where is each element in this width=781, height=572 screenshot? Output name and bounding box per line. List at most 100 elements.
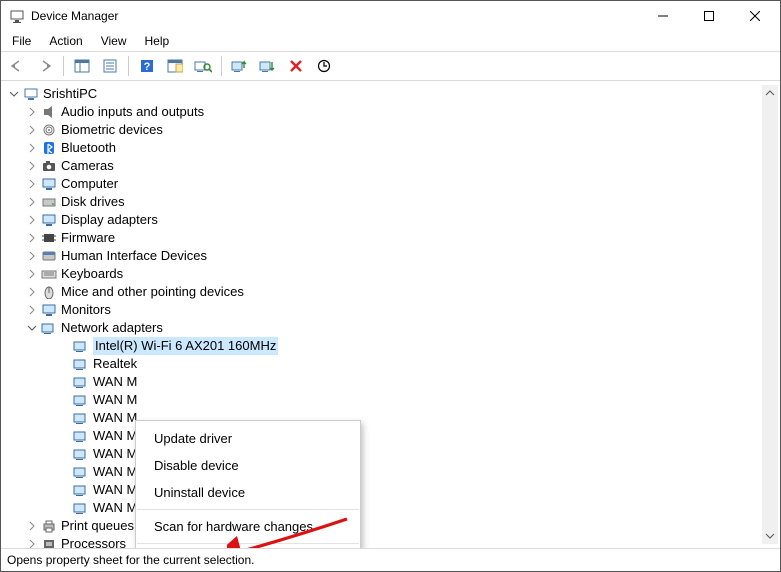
ctx-update-driver[interactable]: Update driver (136, 425, 360, 452)
category-label: Computer (61, 175, 118, 193)
category-label: Monitors (61, 301, 111, 319)
window-title: Device Manager (31, 9, 640, 23)
chevron-right-icon[interactable] (25, 213, 39, 227)
tree-category-network[interactable]: Network adapters (7, 319, 780, 337)
disable-device-button[interactable] (256, 54, 280, 78)
tree-device[interactable]: WAN M (7, 409, 780, 427)
chevron-right-icon[interactable] (25, 177, 39, 191)
title-bar: Device Manager (1, 1, 780, 31)
tree-category[interactable]: Human Interface Devices (7, 247, 780, 265)
chevron-right-icon[interactable] (25, 105, 39, 119)
category-label: Human Interface Devices (61, 247, 207, 265)
device-manager-window: Device Manager File Action View Help ? (0, 0, 781, 572)
tree-category[interactable]: Processors (7, 535, 780, 548)
category-label: Processors (61, 535, 126, 548)
update-driver-button[interactable] (228, 54, 252, 78)
help-button[interactable]: ? (135, 54, 159, 78)
device-label: WAN M (93, 463, 137, 481)
menu-file[interactable]: File (4, 32, 39, 50)
scan-hardware-button[interactable] (191, 54, 215, 78)
scroll-up-icon[interactable] (762, 85, 778, 101)
printer-icon (41, 518, 57, 534)
tree-category[interactable]: Biometric devices (7, 121, 780, 139)
chevron-right-icon[interactable] (25, 159, 39, 173)
network-adapter-icon (73, 428, 89, 444)
disk-icon (41, 194, 57, 210)
chevron-right-icon[interactable] (25, 123, 39, 137)
device-tree[interactable]: SrishtiPC Audio inputs and outputsBiomet… (7, 85, 780, 548)
tree-device[interactable]: WAN M (7, 373, 780, 391)
ctx-disable-device[interactable]: Disable device (136, 452, 360, 479)
scroll-down-icon[interactable] (762, 528, 778, 544)
ctx-uninstall-device[interactable]: Uninstall device (136, 479, 360, 506)
network-adapter-icon (41, 320, 57, 336)
bluetooth-icon (41, 140, 57, 156)
status-bar: Opens property sheet for the current sel… (1, 548, 780, 571)
device-label: WAN M (93, 427, 137, 445)
category-label: Mice and other pointing devices (61, 283, 244, 301)
tree-device[interactable]: WAN Miniport (PPTP) (7, 481, 780, 499)
show-hide-console-tree-button[interactable] (70, 54, 94, 78)
tree-device[interactable]: WAN M (7, 445, 780, 463)
chevron-right-icon[interactable] (25, 249, 39, 263)
action-button[interactable] (163, 54, 187, 78)
tree-device[interactable]: WAN M (7, 463, 780, 481)
tree-device[interactable]: Intel(R) Wi-Fi 6 AX201 160MHz (7, 337, 780, 355)
chevron-right-icon[interactable] (25, 195, 39, 209)
network-adapter-icon (73, 482, 89, 498)
menu-view[interactable]: View (93, 32, 135, 50)
tree-category[interactable]: Print queues (7, 517, 780, 535)
chevron-right-icon[interactable] (25, 519, 39, 533)
cpu-icon (41, 536, 57, 548)
computer-icon (23, 86, 39, 102)
separator (137, 543, 359, 544)
tree-category[interactable]: Audio inputs and outputs (7, 103, 780, 121)
context-menu: Update driver Disable device Uninstall d… (135, 420, 361, 548)
tree-category[interactable]: Keyboards (7, 265, 780, 283)
category-label: Keyboards (61, 265, 123, 283)
tree-device[interactable]: WAN Miniport (SSTP) (7, 499, 780, 517)
back-button[interactable] (5, 54, 29, 78)
chevron-right-icon[interactable] (25, 285, 39, 299)
tree-category[interactable]: Display adapters (7, 211, 780, 229)
chevron-right-icon[interactable] (25, 267, 39, 281)
ctx-properties[interactable]: Properties (136, 547, 360, 548)
tree-category[interactable]: Firmware (7, 229, 780, 247)
tree-category[interactable]: Monitors (7, 301, 780, 319)
tree-category[interactable]: Bluetooth (7, 139, 780, 157)
chevron-down-icon[interactable] (7, 87, 21, 101)
toolbar: ? (1, 52, 780, 81)
tree-content-area: SrishtiPC Audio inputs and outputsBiomet… (1, 81, 780, 548)
separator (221, 56, 222, 76)
tree-category[interactable]: Computer (7, 175, 780, 193)
minimize-button[interactable] (640, 1, 686, 31)
close-button[interactable] (732, 1, 778, 31)
status-text: Opens property sheet for the current sel… (7, 553, 254, 567)
category-label: Print queues (61, 517, 134, 535)
device-label: Realtek (93, 355, 137, 373)
tree-category[interactable]: Cameras (7, 157, 780, 175)
forward-button[interactable] (33, 54, 57, 78)
menu-action[interactable]: Action (41, 32, 90, 50)
network-adapter-icon (73, 500, 89, 516)
tree-device[interactable]: WAN M (7, 391, 780, 409)
chevron-right-icon[interactable] (25, 303, 39, 317)
tree-root[interactable]: SrishtiPC (7, 85, 780, 103)
tree-device[interactable]: WAN M (7, 427, 780, 445)
properties-button[interactable] (98, 54, 122, 78)
tree-category[interactable]: Disk drives (7, 193, 780, 211)
chevron-right-icon[interactable] (25, 537, 39, 548)
hid-icon (41, 248, 57, 264)
tree-device[interactable]: Realtek (7, 355, 780, 373)
tree-category[interactable]: Mice and other pointing devices (7, 283, 780, 301)
chevron-right-icon[interactable] (25, 231, 39, 245)
category-label: Firmware (61, 229, 115, 247)
ctx-scan-hardware[interactable]: Scan for hardware changes (136, 513, 360, 540)
menu-help[interactable]: Help (137, 32, 178, 50)
maximize-button[interactable] (686, 1, 732, 31)
uninstall-device-button[interactable] (284, 54, 308, 78)
vertical-scrollbar[interactable] (762, 85, 778, 544)
chevron-right-icon[interactable] (25, 141, 39, 155)
refresh-button[interactable] (312, 54, 336, 78)
chevron-down-icon[interactable] (25, 321, 39, 335)
